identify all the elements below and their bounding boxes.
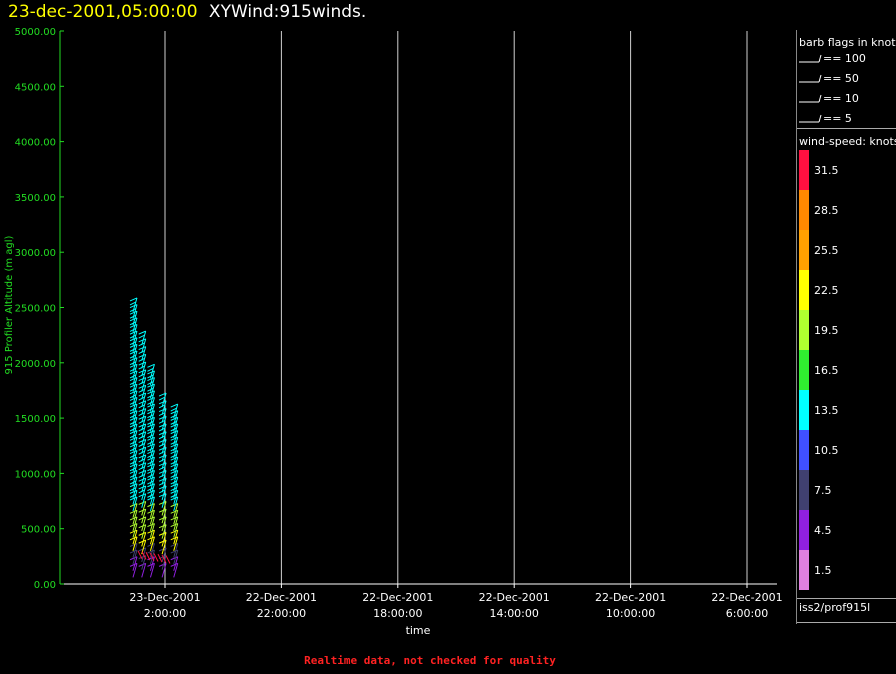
x-tick-time: 18:00:00	[373, 607, 422, 620]
x-tick-date: 22-Dec-2001	[479, 591, 550, 604]
colorbar-label: 28.5	[814, 204, 839, 217]
colorbar-label: 22.5	[814, 284, 839, 297]
axes	[59, 30, 777, 588]
quality-notice: Realtime data, not checked for quality	[304, 654, 556, 667]
y-tick-label: 500.00	[21, 525, 56, 536]
x-tick-time: 2:00:00	[144, 607, 186, 620]
barb-icon	[799, 114, 822, 123]
x-tick-date: 22-Dec-2001	[595, 591, 666, 604]
barb-staff	[141, 493, 147, 508]
x-tick-date: 23-Dec-2001	[129, 591, 200, 604]
barb-flag-value: == 50	[823, 72, 859, 85]
colorbar-label: 1.5	[814, 564, 832, 577]
colorbar-label: 7.5	[814, 484, 832, 497]
colorbar-swatch	[799, 430, 809, 470]
plot-area: 5000.00 4500.00 4000.00 3500.00 3000.00 2500.…	[4, 27, 783, 637]
y-tick-label: 2500.00	[15, 304, 56, 315]
colorbar-swatch	[799, 150, 809, 190]
barb-flag-legend: == 50	[799, 72, 859, 85]
barb-icon	[799, 74, 822, 83]
y-tick-label: 0.00	[34, 580, 56, 591]
y-tick-label: 1000.00	[15, 469, 56, 480]
barb-flag-legend: == 10	[799, 92, 859, 105]
colorbar-title: wind-speed: knots	[799, 135, 896, 148]
barb-icon	[799, 94, 822, 103]
barb-staff	[141, 485, 147, 501]
barb-flag-value: == 10	[823, 92, 859, 105]
colorbar-swatch	[799, 230, 809, 270]
x-tick-date: 22-Dec-2001	[362, 591, 433, 604]
y-tick-label: 1500.00	[15, 414, 56, 425]
x-tick-time: 10:00:00	[606, 607, 655, 620]
barb-staff	[141, 516, 147, 532]
y-tick-label: 3500.00	[15, 193, 56, 204]
barb-icon	[799, 54, 822, 63]
legend-divider	[797, 598, 896, 599]
y-tick-label: 4500.00	[15, 82, 56, 93]
barb-legend-title: barb flags in knots	[799, 36, 896, 49]
colorbar-label: 31.5	[814, 164, 839, 177]
source-label: iss2/prof915l	[799, 601, 871, 614]
grid-lines	[164, 31, 748, 584]
y-tick-label: 2000.00	[15, 359, 56, 370]
x-tick-date: 22-Dec-2001	[246, 591, 317, 604]
barb-staff	[141, 532, 147, 547]
barb-staff	[141, 509, 147, 524]
barb-flag-value: == 100	[823, 52, 866, 65]
barb-flag-value: == 5	[823, 112, 852, 125]
barb-flag-legend: == 100	[799, 52, 866, 65]
barb-flag-legend: == 5	[799, 112, 852, 125]
colorbar-swatch	[799, 310, 809, 350]
colorbar-label: 13.5	[814, 404, 839, 417]
barb-staff	[165, 555, 171, 564]
legend-divider	[797, 128, 896, 129]
y-tick-label: 5000.00	[15, 27, 56, 38]
x-tick-time: 22:00:00	[257, 607, 306, 620]
wind-barbs	[129, 297, 179, 578]
barb-staff	[141, 524, 147, 539]
wind-barb	[138, 562, 147, 578]
x-tick-date: 22-Dec-2001	[711, 591, 782, 604]
colorbar-swatch	[799, 470, 809, 510]
colorbar-label: 25.5	[814, 244, 839, 257]
x-tick-time: 14:00:00	[489, 607, 538, 620]
colorbar-label: 10.5	[814, 444, 839, 457]
colorbar-label: 16.5	[814, 364, 839, 377]
colorbar-swatch	[799, 190, 809, 230]
wind-barb	[165, 555, 171, 564]
y-tick-labels: 5000.00 4500.00 4000.00 3500.00 3000.00 2500.…	[15, 27, 56, 591]
colorbar-swatch	[799, 350, 809, 390]
y-tick-label: 3000.00	[15, 248, 56, 259]
x-axis-label: time	[406, 624, 431, 637]
legend-divider	[797, 622, 896, 623]
colorbar-swatch	[799, 550, 809, 590]
y-axis-label: 915 Profiler Altitude (m agl)	[4, 235, 15, 374]
x-tick-labels: 23-Dec-2001 2:00:00 22-Dec-2001 22:00:00 22-…	[129, 591, 782, 620]
colorbar-label: 4.5	[814, 524, 832, 537]
y-tick-label: 4000.00	[15, 138, 56, 149]
colorbar-swatch	[799, 510, 809, 550]
colorbar-swatch	[799, 270, 809, 310]
x-tick-time: 6:00:00	[726, 607, 768, 620]
colorbar-label: 19.5	[814, 324, 839, 337]
barb-staff	[141, 501, 147, 516]
colorbar-swatch	[799, 390, 809, 430]
legend-panel: barb flags in knots == 100 == 50 == 10 == 5…	[796, 30, 896, 624]
barb-staff	[141, 563, 147, 578]
